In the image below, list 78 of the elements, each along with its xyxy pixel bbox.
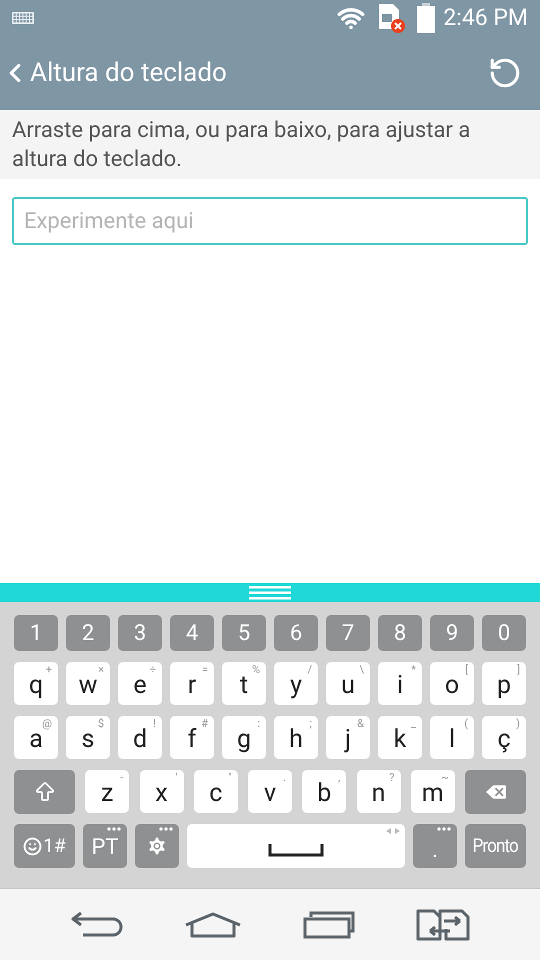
key-hint: , bbox=[338, 772, 340, 783]
letter-key[interactable]: w × bbox=[66, 662, 110, 705]
key-hint: $ bbox=[98, 718, 104, 729]
letter-key[interactable]: q + bbox=[14, 662, 58, 705]
settings-key[interactable] bbox=[135, 824, 179, 868]
letter-key[interactable]: x ' bbox=[140, 770, 184, 813]
key-hint: ) bbox=[516, 718, 520, 729]
settings-icon bbox=[146, 835, 168, 857]
space-icon bbox=[268, 843, 324, 857]
letter-key[interactable]: n ? bbox=[356, 770, 400, 813]
key-hint: ( bbox=[464, 718, 468, 729]
home-icon[interactable] bbox=[184, 912, 242, 938]
key-hint: ? bbox=[389, 772, 394, 783]
letter-key[interactable]: f # bbox=[170, 716, 214, 759]
letter-key[interactable]: g : bbox=[222, 716, 266, 759]
key-hint: ' bbox=[176, 772, 178, 783]
letter-key[interactable]: v . bbox=[248, 770, 292, 813]
dual-window-icon[interactable] bbox=[416, 908, 470, 940]
letter-key[interactable]: m ~ bbox=[410, 770, 455, 813]
key-hint: # bbox=[201, 718, 208, 729]
key-hint: : bbox=[257, 718, 260, 729]
key-hint: @ bbox=[42, 718, 52, 729]
key-hint: - bbox=[120, 772, 124, 783]
key-hint: % bbox=[252, 664, 260, 675]
key-hint: [ bbox=[465, 664, 468, 675]
input-field[interactable]: Experimente aqui bbox=[12, 197, 528, 245]
key-hint: / bbox=[307, 664, 312, 675]
letter-key[interactable]: k _ bbox=[378, 716, 422, 759]
key-hint: ] bbox=[517, 664, 520, 675]
letter-key[interactable]: c " bbox=[194, 770, 238, 813]
letter-key[interactable]: e ÷ bbox=[118, 662, 162, 705]
letter-key[interactable]: h ; bbox=[274, 716, 318, 759]
key-hint: _ bbox=[411, 718, 416, 729]
key-hint: + bbox=[46, 664, 52, 675]
left-right-arrows-icon bbox=[386, 828, 400, 834]
letter-key[interactable]: r = bbox=[170, 662, 214, 705]
key-hint: ! bbox=[153, 718, 156, 729]
letter-key[interactable]: d ! bbox=[118, 716, 162, 759]
letter-key[interactable]: j & bbox=[326, 716, 370, 759]
space-key[interactable] bbox=[187, 824, 405, 868]
smiley-icon bbox=[23, 836, 42, 856]
key-hint: & bbox=[357, 718, 364, 729]
letter-key[interactable]: u \ bbox=[326, 662, 370, 705]
letter-key[interactable]: b , bbox=[302, 770, 346, 813]
key-hint: * bbox=[411, 664, 416, 675]
key-hint: \ bbox=[359, 664, 364, 675]
letter-key[interactable]: p ] bbox=[482, 662, 526, 705]
letter-key[interactable]: ç ) bbox=[482, 716, 526, 759]
letter-key[interactable]: i * bbox=[378, 662, 422, 705]
more-dots-icon bbox=[437, 827, 451, 831]
recent-apps-icon[interactable] bbox=[302, 910, 354, 938]
key-hint: . bbox=[283, 772, 286, 783]
reset-icon bbox=[488, 56, 522, 90]
letter-key[interactable]: t % bbox=[222, 662, 266, 705]
letter-key[interactable]: y / bbox=[274, 662, 318, 705]
resize-handle[interactable] bbox=[0, 583, 540, 602]
key-hint: ÷ bbox=[150, 664, 156, 675]
letter-key[interactable]: z - bbox=[85, 770, 130, 813]
letter-key[interactable]: s $ bbox=[66, 716, 110, 759]
battery-icon bbox=[417, 3, 436, 33]
letter-key[interactable]: a @ bbox=[14, 716, 58, 759]
backspace-key[interactable] bbox=[465, 770, 526, 814]
sim-error-icon bbox=[377, 3, 408, 33]
keyboard-icon bbox=[12, 12, 34, 24]
key-hint: ~ bbox=[441, 772, 449, 783]
status-time: 2:46 PM bbox=[443, 2, 528, 33]
more-dots-icon bbox=[159, 827, 173, 831]
description-text: Arraste para cima, ou para baixo, para ajustar a altura do teclado. bbox=[0, 110, 540, 179]
key-hint: = bbox=[202, 664, 208, 675]
drag-handle-icon bbox=[249, 585, 291, 600]
back-arrow-icon[interactable] bbox=[70, 910, 122, 940]
shift-key[interactable] bbox=[14, 770, 75, 814]
more-dots-icon bbox=[107, 827, 121, 831]
letter-key[interactable]: l ( bbox=[430, 716, 474, 759]
letter-key[interactable]: o [ bbox=[430, 662, 474, 705]
key-hint: ; bbox=[310, 718, 312, 729]
key-hint: " bbox=[228, 772, 232, 783]
key-hint: × bbox=[98, 664, 104, 675]
